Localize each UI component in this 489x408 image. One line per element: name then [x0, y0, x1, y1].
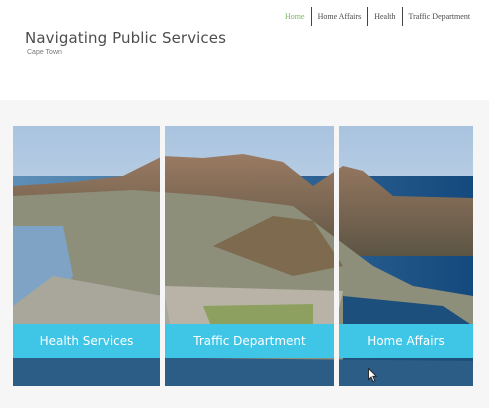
site-title[interactable]: Navigating Public Services	[25, 29, 226, 47]
health-services-panel[interactable]: Health Services	[13, 126, 160, 386]
nav-item-traffic-department[interactable]: Traffic Department	[404, 7, 476, 26]
traffic-department-panel[interactable]: Traffic Department	[165, 126, 334, 386]
nav-divider	[367, 7, 369, 26]
site-header: Navigating Public Services Cape Town Hom…	[0, 0, 489, 100]
nav-divider	[401, 7, 403, 26]
health-services-label[interactable]: Health Services	[13, 324, 160, 358]
nav-divider	[310, 7, 312, 26]
traffic-department-label[interactable]: Traffic Department	[165, 324, 334, 358]
home-affairs-label[interactable]: Home Affairs	[339, 324, 473, 358]
nav-item-health[interactable]: Health	[369, 7, 400, 26]
main-nav: Home Home Affairs Health Traffic Departm…	[280, 7, 475, 26]
nav-item-home-affairs[interactable]: Home Affairs	[313, 7, 367, 26]
nav-item-home[interactable]: Home	[280, 7, 310, 26]
site-subtitle: Cape Town	[27, 49, 62, 56]
home-affairs-panel[interactable]: Home Affairs	[339, 126, 473, 386]
mouse-pointer-icon	[368, 368, 378, 382]
